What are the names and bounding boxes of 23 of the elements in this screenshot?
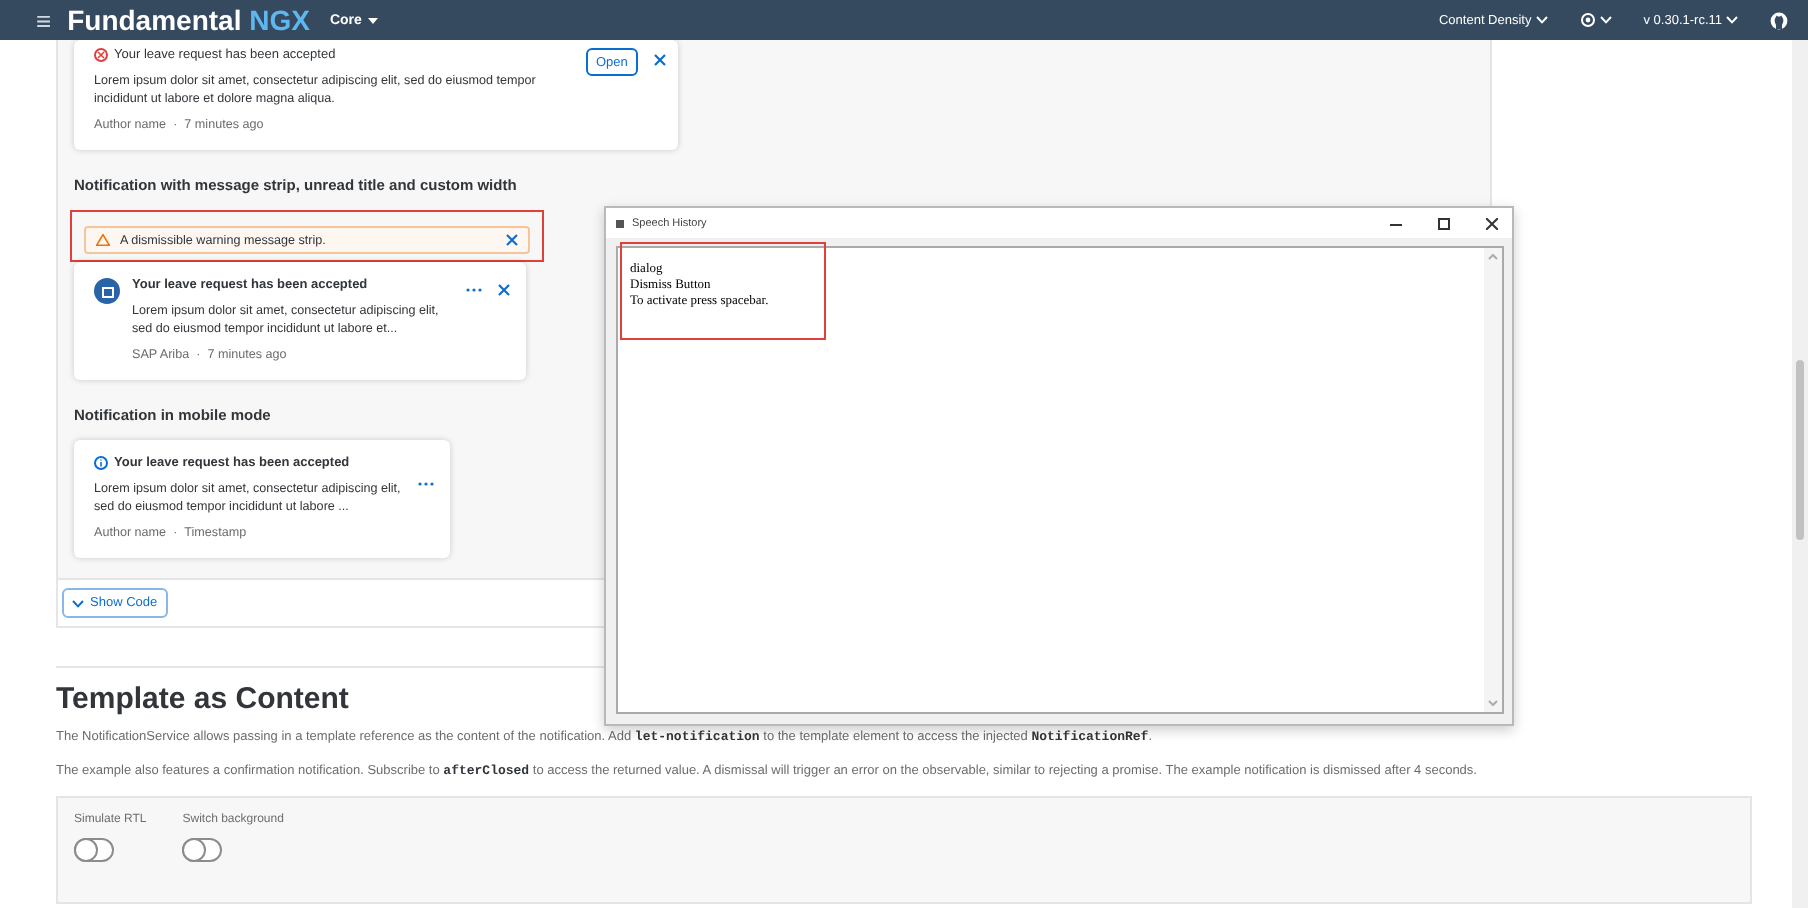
close-icon [506,234,518,246]
chevron-down-icon [1726,16,1738,24]
close-icon [1486,217,1498,229]
caret-icon [367,17,378,23]
close-icon [653,54,666,66]
chevron-down-icon [1535,16,1548,24]
scrollbar[interactable] [1792,40,1808,908]
chevron-down-icon [72,599,84,607]
warning-icon [96,234,110,246]
error-icon [94,48,108,62]
toggle-switch[interactable] [182,838,223,862]
theme-menu-button[interactable] [1579,12,1612,28]
github-icon[interactable] [1770,11,1788,29]
brand-logo: Fundamental NGX [67,4,310,36]
avatar-icon [94,278,120,304]
window-icon [616,219,624,227]
close-icon [498,284,510,296]
menu-button[interactable]: ≡ [36,5,52,35]
chevron-down-icon [1599,16,1612,24]
info-icon [94,456,108,470]
toggle-switch[interactable] [74,838,114,862]
section-title: Template as Content [56,682,349,716]
maximize-icon [1438,217,1450,229]
